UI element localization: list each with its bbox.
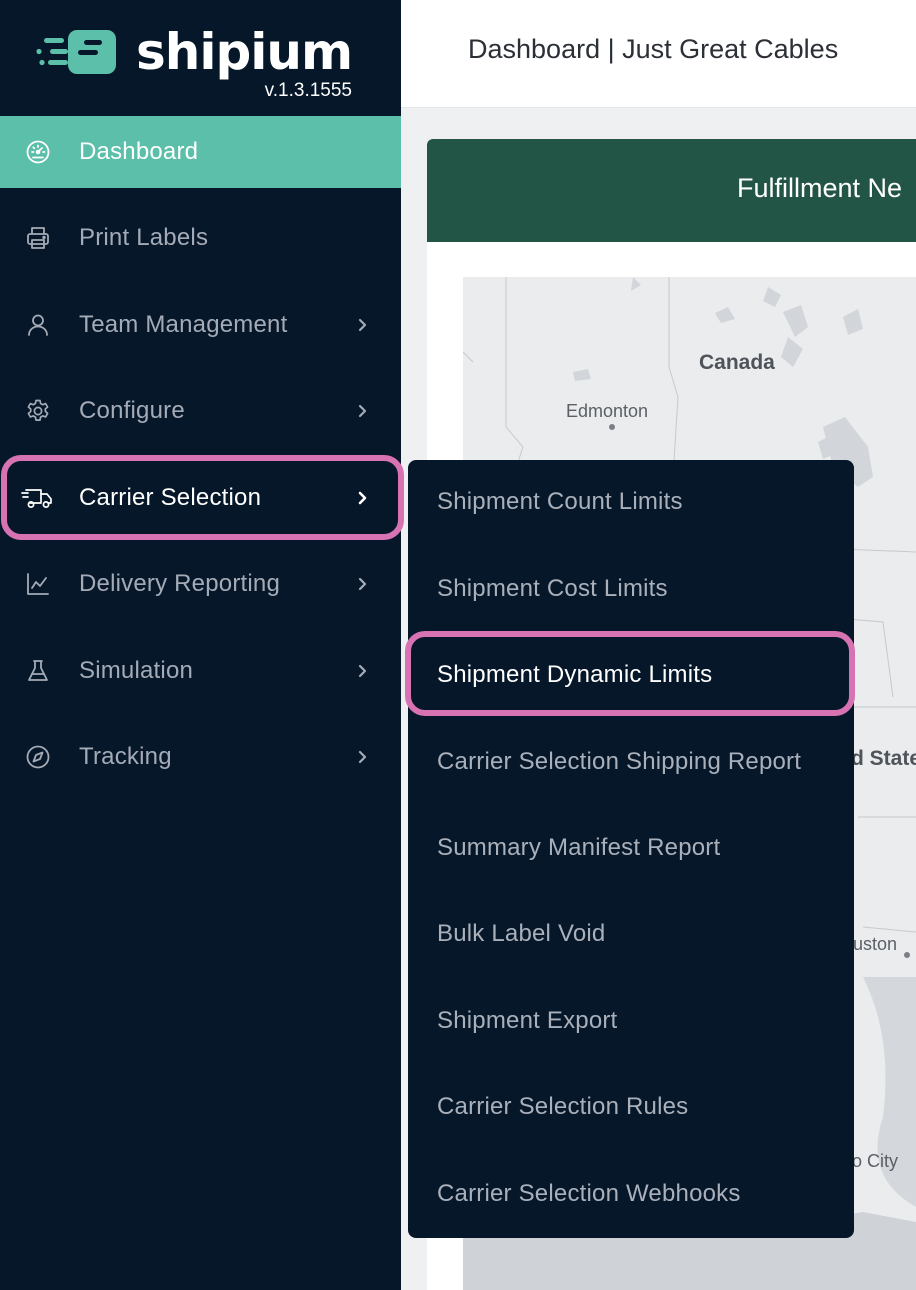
- sidebar-item-simulation[interactable]: Simulation: [0, 635, 401, 707]
- chevron-right-icon: [358, 664, 367, 678]
- submenu-item-carrier-selection-rules[interactable]: Carrier Selection Rules: [408, 1077, 854, 1137]
- submenu-item-summary-manifest-report[interactable]: Summary Manifest Report: [408, 818, 854, 878]
- map-label-edmonton: Edmonton: [566, 401, 649, 421]
- map-label-united-states: d State: [851, 747, 916, 770]
- submenu-item-shipment-export[interactable]: Shipment Export: [408, 991, 854, 1051]
- sidebar-item-delivery-reporting[interactable]: Delivery Reporting: [0, 548, 401, 620]
- sidebar-item-dashboard[interactable]: Dashboard: [0, 116, 401, 188]
- submenu-item-bulk-label-void[interactable]: Bulk Label Void: [408, 904, 854, 964]
- submenu-item-shipment-cost-limits[interactable]: Shipment Cost Limits: [408, 559, 854, 619]
- chevron-right-icon: [358, 318, 367, 332]
- user-icon: [24, 311, 52, 339]
- line-chart-icon: [24, 570, 52, 598]
- sidebar-item-label: Configure: [79, 397, 185, 424]
- shipium-logo-icon: [36, 30, 116, 74]
- submenu-item-label: Carrier Selection Rules: [437, 1093, 689, 1120]
- carrier-selection-submenu: Shipment Count Limits Shipment Cost Limi…: [408, 460, 854, 1238]
- submenu-item-carrier-selection-shipping-report[interactable]: Carrier Selection Shipping Report: [408, 732, 854, 792]
- carrier-selection-highlight-ring: [1, 455, 404, 540]
- map-label-houston: uston: [853, 934, 898, 954]
- sidebar-item-configure[interactable]: Configure: [0, 375, 401, 447]
- speedometer-icon: [24, 138, 52, 166]
- compass-icon: [24, 743, 52, 771]
- sidebar-item-label: Dashboard: [79, 138, 199, 165]
- flask-icon: [24, 657, 52, 685]
- submenu-item-label: Shipment Cost Limits: [437, 575, 668, 602]
- submenu-item-label: Shipment Export: [437, 1007, 618, 1034]
- card-header: Fulfillment Ne: [427, 139, 916, 242]
- submenu-item-shipment-count-limits[interactable]: Shipment Count Limits: [408, 472, 854, 532]
- gear-icon: [24, 397, 52, 425]
- submenu-item-label: Shipment Count Limits: [437, 488, 683, 515]
- top-header: Dashboard | Just Great Cables: [401, 0, 916, 108]
- submenu-item-label: Carrier Selection Shipping Report: [437, 748, 802, 775]
- brand[interactable]: shipium v.1.3.1555: [0, 0, 401, 116]
- sidebar-item-tracking[interactable]: Tracking: [0, 721, 401, 793]
- chevron-right-icon: [358, 404, 367, 418]
- app-version: v.1.3.1555: [264, 80, 352, 101]
- shipment-dynamic-limits-highlight-ring: [405, 631, 855, 716]
- submenu-item-carrier-selection-webhooks[interactable]: Carrier Selection Webhooks: [408, 1164, 854, 1224]
- chevron-right-icon: [358, 577, 367, 591]
- chevron-right-icon: [358, 750, 367, 764]
- map-label-canada: Canada: [699, 351, 775, 374]
- sidebar-item-team-management[interactable]: Team Management: [0, 289, 401, 361]
- sidebar-item-label: Tracking: [79, 743, 172, 770]
- map-label-mexico-city: o City: [852, 1151, 899, 1171]
- sidebar: shipium v.1.3.1555 Dashboard Print Label…: [0, 0, 401, 1290]
- card-title: Fulfillment Ne: [737, 173, 903, 203]
- brand-name: shipium: [136, 23, 353, 81]
- submenu-item-label: Bulk Label Void: [437, 920, 606, 947]
- submenu-item-label: Carrier Selection Webhooks: [437, 1180, 741, 1207]
- printer-icon: [24, 224, 52, 252]
- sidebar-item-print-labels[interactable]: Print Labels: [0, 202, 401, 274]
- sidebar-item-label: Print Labels: [79, 224, 209, 251]
- submenu-item-label: Summary Manifest Report: [437, 834, 721, 861]
- page-title: Dashboard | Just Great Cables: [468, 34, 839, 64]
- sidebar-item-label: Simulation: [79, 657, 194, 684]
- sidebar-item-label: Delivery Reporting: [79, 570, 281, 597]
- sidebar-item-label: Team Management: [79, 311, 288, 338]
